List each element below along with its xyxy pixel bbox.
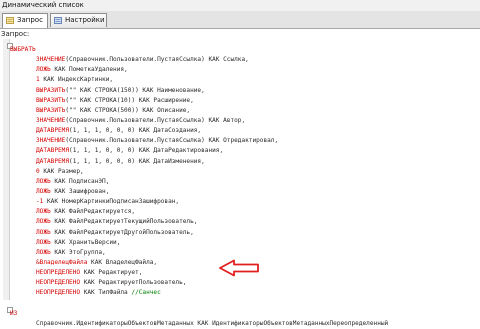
code-line: ЛОЖЬ КАК ХранитьВерсии, (10, 238, 480, 248)
code-keyword: ЛОЖЬ (36, 187, 51, 195)
code-keyword: ЛОЖЬ (36, 248, 51, 256)
code-text: Справочник.ИдентификаторыОбъектовМетадан… (36, 319, 389, 327)
code-line: ЛОЖЬ КАК ФайлРедактируется, (10, 207, 480, 217)
code-line: ВЫБРАТЬ (10, 45, 480, 55)
query-text[interactable]: ВЫБРАТЬ ЗНАЧЕНИЕ(Справочник.Пользователи.… (10, 45, 480, 329)
code-text: КАК ИндексКартинки, (39, 76, 114, 84)
tab-bar: Запрос Настройки (0, 11, 480, 29)
code-line: 1 КАК ИндексКартинки, (10, 75, 480, 85)
code-text: КАК Редактирует, (80, 269, 143, 277)
code-line: Справочник.ИдентификаторыОбъектовМетадан… (10, 319, 480, 329)
query-field-label: Запрос: (1, 30, 30, 38)
code-text: КАК ТипФайла (80, 289, 132, 297)
code-keyword: НЕОПРЕДЕЛЕНО (36, 289, 81, 297)
code-keyword: НЕОПРЕДЕЛЕНО (36, 279, 81, 287)
code-text: (1, 1, 1, 0, 0, 0) КАК ДатаСоздания, (69, 127, 202, 135)
code-keyword: ЗНАЧЕНИЕ (36, 56, 66, 64)
code-keyword: ВЫРАЗИТЬ (36, 96, 66, 104)
code-keyword: ЛОЖЬ (36, 177, 51, 185)
code-keyword: ЛОЖЬ (36, 238, 51, 246)
code-text: КАК ПометкаУдаления, (50, 66, 128, 74)
editor-gutter (3, 39, 13, 313)
code-text: (Справочник.Пользователи.ПустаяСсылка) К… (65, 116, 246, 124)
tab-settings-label: Настройки (65, 16, 105, 24)
code-line: ИЗ (10, 309, 480, 319)
code-line: ЛОЖЬ КАК ФайлРедактируетДругойПользовате… (10, 228, 480, 238)
code-line: ЛОЖЬ КАК ЭтоГруппа, (10, 248, 480, 258)
code-text: ("" КАК СТРОКА(10)) КАК Расширение, (65, 96, 194, 104)
code-line: ЛОЖЬ КАК ФайлРедактируетТекущийПользоват… (10, 217, 480, 227)
code-keyword: ДАТАВРЕМЯ (36, 157, 70, 165)
tab-query[interactable]: Запрос (2, 13, 48, 28)
query-icon (6, 17, 14, 24)
code-text: КАК Размер, (39, 167, 84, 175)
code-text: КАК ХранитьВерсии, (50, 238, 121, 246)
code-text: (1, 1, 1, 0, 0, 0) КАК ДатаИзменения, (69, 157, 205, 165)
code-keyword: ЛОЖЬ (36, 228, 51, 236)
code-line: НЕОПРЕДЕЛЕНО КАК РедактируетПользователь… (10, 278, 480, 288)
code-line: -1 КАК НомерКартинкиПодписанЗашифрован, (10, 197, 480, 207)
code-line: ВЫРАЗИТЬ("" КАК СТРОКА(10)) КАК Расширен… (10, 96, 480, 106)
code-keyword: ИЗ (10, 309, 18, 317)
code-keyword: ЗНАЧЕНИЕ (36, 137, 66, 145)
code-keyword: ВЫРАЗИТЬ (36, 86, 66, 94)
code-text: КАК ФайлРедактируется, (50, 208, 136, 216)
code-keyword: ЗНАЧЕНИЕ (36, 116, 66, 124)
tab-settings[interactable]: Настройки (50, 13, 107, 27)
code-text: КАК ВладелецФайла, (87, 258, 158, 266)
window-title: Динамический список (2, 1, 84, 9)
code-line: ДАТАВРЕМЯ(1, 1, 1, 0, 0, 0) КАК ДатаСозд… (10, 126, 480, 136)
code-line: ВЫРАЗИТЬ("" КАК СТРОКА(150)) КАК Наимено… (10, 86, 480, 96)
code-keyword: ЛОЖЬ (36, 208, 51, 216)
code-text: КАК РедактируетПользователь, (80, 279, 187, 287)
code-line: ЛОЖЬ КАК Зашифрован, (10, 187, 480, 197)
code-line: ЗНАЧЕНИЕ(Справочник.Пользователи.ПустаяС… (10, 136, 480, 146)
code-line: ДАТАВРЕМЯ(1, 1, 1, 0, 0, 0) КАК ДатаРеда… (10, 146, 480, 156)
code-line: ДАТАВРЕМЯ(1, 1, 1, 0, 0, 0) КАК ДатаИзме… (10, 157, 480, 167)
tab-query-label: Запрос (17, 16, 43, 24)
code-text: (1, 1, 1, 0, 0, 0) КАК ДатаРедактировани… (69, 147, 224, 155)
code-text: КАК ПодписанЭП, (50, 177, 110, 185)
code-text: (Справочник.Пользователи.ПустаяСсылка) К… (65, 56, 249, 64)
code-line: ЗНАЧЕНИЕ(Справочник.Пользователи.ПустаяС… (10, 55, 480, 65)
code-text: КАК ФайлРедактируетТекущийПользователь, (50, 218, 198, 226)
code-text: (Справочник.Пользователи.ПустаяСсылка) К… (65, 137, 279, 145)
code-text: ("" КАК СТРОКА(500)) КАК Описание, (65, 106, 191, 114)
code-line: ЛОЖЬ КАК ПометкаУдаления, (10, 65, 480, 75)
code-keyword: ВЫБРАТЬ (10, 46, 36, 53)
code-line: ЗНАЧЕНИЕ(Справочник.Пользователи.ПустаяС… (10, 116, 480, 126)
code-keyword: &ВладелецФайла (36, 258, 88, 266)
code-comment: //Санчес (131, 289, 161, 297)
code-keyword: ВЫРАЗИТЬ (36, 106, 66, 114)
window-titlebar: Динамический список (0, 0, 480, 11)
code-line: ВЫРАЗИТЬ("" КАК СТРОКА(500)) КАК Описани… (10, 106, 480, 116)
code-text: ("" КАК СТРОКА(150)) КАК Наименование, (65, 86, 205, 94)
code-line: НЕОПРЕДЕЛЕНО КАК ТипФайла //Санчес (10, 288, 480, 298)
settings-icon (54, 17, 62, 24)
code-text: КАК ЭтоГруппа, (50, 248, 106, 256)
code-keyword: ЛОЖЬ (36, 66, 51, 74)
red-arrow-annotation (219, 259, 259, 277)
code-keyword: ЛОЖЬ (36, 218, 51, 226)
code-line: 0 КАК Размер, (10, 167, 480, 177)
code-line: ЛОЖЬ КАК ПодписанЭП, (10, 177, 480, 187)
code-text: КАК ФайлРедактируетДругойПользователь, (50, 228, 194, 236)
code-keyword: НЕОПРЕДЕЛЕНО (36, 269, 81, 277)
code-keyword: ДАТАВРЕМЯ (36, 147, 70, 155)
code-text: КАК НомерКартинкиПодписанЗашифрован, (43, 198, 180, 206)
code-text: КАК Зашифрован, (50, 187, 110, 195)
code-keyword: ДАТАВРЕМЯ (36, 127, 70, 135)
